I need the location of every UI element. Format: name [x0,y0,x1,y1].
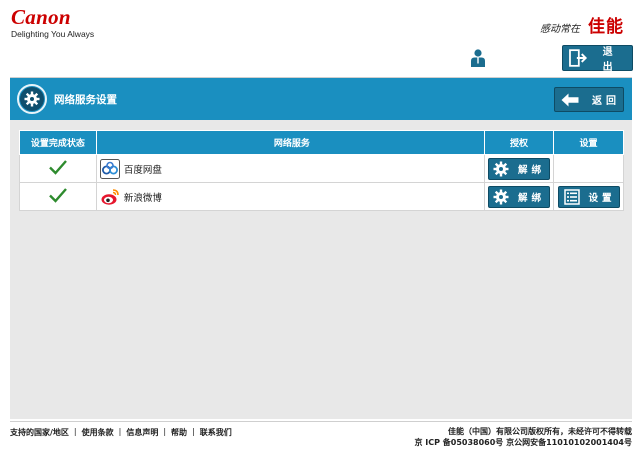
settings-cell: 设置 [553,182,624,211]
status-cell [19,182,97,211]
list-icon [563,188,580,205]
gear-icon [24,91,40,107]
footer-separator: | [73,427,77,436]
page-header: Canon Delighting You Always 感动常在 佳能 退出 [0,0,640,76]
settings-badge [17,84,47,114]
settings-label: 设置 [588,192,616,204]
column-header-settings: 设置 [553,130,624,155]
table-row: 百度网盘 解绑 [19,154,624,183]
canon-logo[interactable]: Canon [11,5,71,30]
user-icon[interactable] [470,49,486,67]
column-header-auth: 授权 [484,130,554,155]
table-row: 新浪微博 解绑 设置 [19,182,624,211]
footer-divider [10,421,632,422]
sina-weibo-icon [101,188,119,205]
service-name: 新浪微博 [123,192,162,204]
service-cell: 百度网盘 [95,154,486,183]
check-icon [49,160,67,175]
gear-icon [493,189,509,204]
status-cell [19,154,97,183]
back-button[interactable]: 返回 [554,87,624,112]
footer-link-regions[interactable]: 支持的国家/地区 [10,427,69,438]
unbind-button[interactable]: 解绑 [488,157,550,180]
unbind-label: 解绑 [518,164,546,176]
footer-separator: | [118,427,122,436]
footer-separator: | [192,427,195,436]
service-cell: 新浪微博 [95,182,486,211]
settings-cell [553,154,624,183]
page-title: 网络服务设置 [54,94,117,106]
table-header-row: 设置完成状态 网络服务 授权 设置 [19,130,624,155]
baidu-cloud-icon [99,158,120,179]
footer-link-terms[interactable]: 使用条款 [82,427,114,438]
unbind-label: 解绑 [518,192,546,204]
service-name: 百度网盘 [123,164,162,176]
exit-door-icon [569,49,588,67]
icp-text: 京 ICP 备05038060号 京公网安备11010102001404号 [414,438,632,447]
jp-brand-logo: 佳能 [588,17,624,37]
footer-link-contact[interactable]: 联系我们 [200,427,232,438]
unbind-button[interactable]: 解绑 [488,185,550,208]
footer-link-help[interactable]: 帮助 [171,427,187,438]
panel-header: 网络服务设置 返回 [10,78,632,120]
footer-link-disclaimer[interactable]: 信息声明 [126,427,158,438]
footer-separator: | [163,427,167,436]
back-label: 返回 [592,96,620,107]
brand-tagline: Delighting You Always [11,29,95,39]
copyright-text: 佳能（中国）有限公司版权所有，未经许可不得转载 [448,427,632,436]
check-icon [49,188,67,203]
column-header-status: 设置完成状态 [19,130,97,155]
footer-links: 支持的国家/地区 | 使用条款 | 信息声明 | 帮助 | 联系我们 [10,427,232,438]
logout-label: 退出 [602,47,618,73]
service-settings-button[interactable]: 设置 [557,185,620,208]
logout-button[interactable]: 退出 [562,45,633,73]
footer-copyright: 佳能（中国）有限公司版权所有，未经许可不得转载 京 ICP 备05038060号… [312,426,632,448]
network-service-panel: 网络服务设置 返回 设置完成状态 网络服务 授权 设置 百度网盘 解绑 新浪微博… [10,77,632,419]
service-table: 设置完成状态 网络服务 授权 设置 百度网盘 解绑 新浪微博 解绑 设置 [19,130,624,211]
jp-tagline: 感动常在 [540,24,580,35]
arrow-left-icon [561,93,579,106]
gear-icon [493,161,509,176]
auth-cell: 解绑 [484,182,554,211]
column-header-service: 网络服务 [95,130,486,155]
auth-cell: 解绑 [484,154,554,183]
